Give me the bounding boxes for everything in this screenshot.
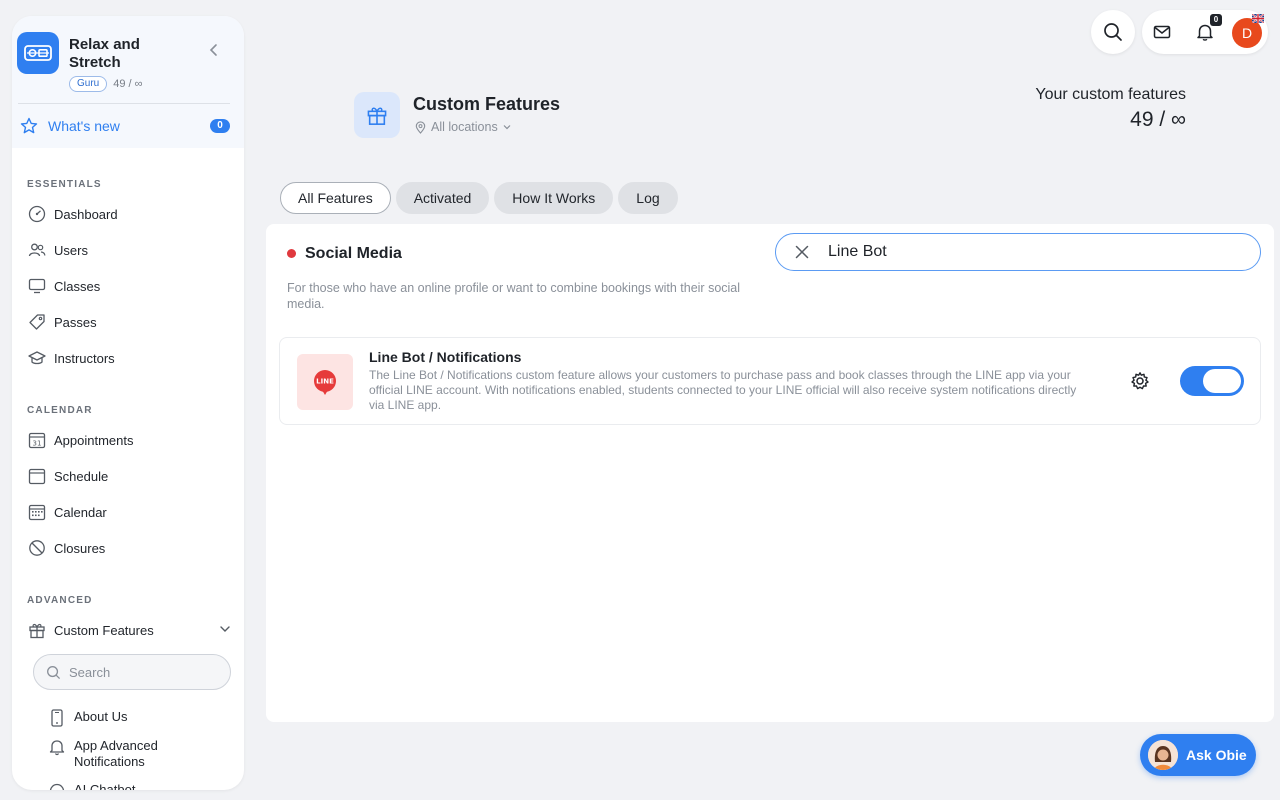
sidebar-item-custom-features[interactable]: Custom Features [27,618,232,642]
phone-icon [48,709,66,727]
page-title: Custom Features [413,94,561,114]
brand-meta: Guru 49 / ∞ [69,76,142,92]
chevron-down-icon [502,122,512,132]
brand-logo-icon[interactable] [17,32,59,74]
sidebar-item-label: Custom Features [54,622,154,638]
search-icon [46,665,61,680]
calendar-blank-icon [27,466,47,486]
assistant-avatar-icon [1148,740,1178,770]
sidebar-item-label: Users [54,242,88,258]
chat-icon [48,782,66,790]
uk-flag-icon[interactable] [1252,14,1264,23]
sidebar-item-classes[interactable]: Classes [27,274,232,298]
tag-icon [27,312,47,332]
whats-new-link[interactable]: What's new 0 [20,116,230,136]
bell-icon [48,738,66,756]
feature-filter-field[interactable] [775,233,1261,271]
feature-enable-toggle[interactable] [1180,366,1244,396]
section-label-essentials: ESSENTIALS [27,179,102,190]
section-label-advanced: ADVANCED [27,595,93,606]
sidebar-item-label: Schedule [54,468,109,484]
sidebar-item-instructors[interactable]: Instructors [27,346,232,370]
svg-text:31: 31 [33,440,42,448]
sidebar-item-passes[interactable]: Passes [27,310,232,334]
sub-item-ai-chatbot[interactable]: AI Chatbot [48,782,228,790]
ask-obie-label: Ask Obie [1186,747,1247,763]
tab-log[interactable]: Log [618,182,678,214]
graduation-cap-icon [27,348,47,368]
gift-icon [366,104,388,126]
ask-obie-button[interactable]: Ask Obie [1140,734,1256,776]
gear-icon[interactable] [1130,371,1150,391]
credits-count: 49 / ∞ [113,78,143,90]
category-title: Social Media [305,245,402,262]
sidebar-item-schedule[interactable]: Schedule [27,464,232,488]
section-label-calendar: CALENDAR [27,405,93,416]
line-app-icon: LINE [297,354,353,410]
sidebar-item-label: Passes [54,314,97,330]
toggle-knob [1203,369,1241,393]
feature-card-line-bot[interactable]: LINE Line Bot / Notifications The Line B… [279,337,1261,425]
search-icon [1103,22,1123,42]
sidebar-item-label: Instructors [54,350,115,366]
sidebar-item-users[interactable]: Users [27,238,232,262]
whats-new-count-badge: 0 [210,119,230,133]
calendar-31-icon: 31 [27,430,47,450]
sidebar-search-field[interactable] [33,654,231,690]
brand-name: Relax and Stretch [69,36,140,71]
sidebar-search-input[interactable] [69,664,219,680]
sidebar-item-calendar[interactable]: Calendar [27,500,232,524]
custom-features-count-value: 49 / ∞ [1130,108,1186,131]
category-description: For those who have an online profile or … [287,281,741,311]
sidebar-item-label: Calendar [54,504,107,520]
sidebar-item-closures[interactable]: Closures [27,536,232,560]
dashboard-icon [27,204,47,224]
whats-new-label: What's new [48,118,120,134]
gift-icon [27,620,47,640]
location-label: All locations [431,120,498,134]
feature-tabs: All Features Activated How It Works Log [280,182,678,214]
chevron-down-icon[interactable] [218,622,232,636]
sidebar: Relax and Stretch Guru 49 / ∞ What's new… [12,16,244,790]
tab-how-it-works[interactable]: How It Works [494,182,614,214]
sidebar-item-label: Classes [54,278,101,294]
sidebar-divider [18,103,230,104]
monitor-icon [27,276,47,296]
location-selector[interactable]: All locations [414,120,512,134]
map-pin-icon [414,120,427,134]
star-icon [20,117,38,135]
global-search-button[interactable] [1091,10,1135,54]
sidebar-item-dashboard[interactable]: Dashboard [27,202,232,226]
sidebar-header: Relax and Stretch Guru 49 / ∞ What's new… [12,16,244,148]
page-icon [354,92,400,138]
block-icon [27,538,47,558]
plan-badge: Guru [69,76,108,92]
mail-icon[interactable] [1152,22,1172,42]
feature-filter-input[interactable] [828,243,1228,261]
features-panel: Social Media For those who have an onlin… [266,224,1274,722]
sub-item-about-us[interactable]: About Us [48,709,228,727]
sub-item-app-advanced-notifications[interactable]: App Advanced Notifications [48,738,228,770]
sub-item-label: AI Chatbot [74,782,136,790]
custom-features-count-label: Your custom features [1035,86,1186,103]
close-icon[interactable] [794,244,810,260]
tab-all-features[interactable]: All Features [280,182,391,214]
tab-activated[interactable]: Activated [395,182,490,214]
sidebar-item-label: Appointments [54,432,134,448]
sidebar-item-appointments[interactable]: 31 Appointments [27,428,232,452]
sidebar-item-label: Dashboard [54,206,118,222]
sub-item-label: App Advanced Notifications [74,738,158,769]
notifications-count-badge: 0 [1210,14,1222,26]
collapse-sidebar-button[interactable] [206,42,222,58]
sidebar-item-label: Closures [54,540,106,556]
feature-description: The Line Bot / Notifications custom feat… [369,368,1077,412]
sub-item-label: About Us [74,709,128,724]
category-dot [287,249,296,258]
users-icon [27,240,47,260]
line-icon-text: LINE [316,378,334,386]
feature-title: Line Bot / Notifications [369,349,522,365]
calendar-grid-icon [27,502,47,522]
top-actions-group: 0 D [1142,10,1268,54]
